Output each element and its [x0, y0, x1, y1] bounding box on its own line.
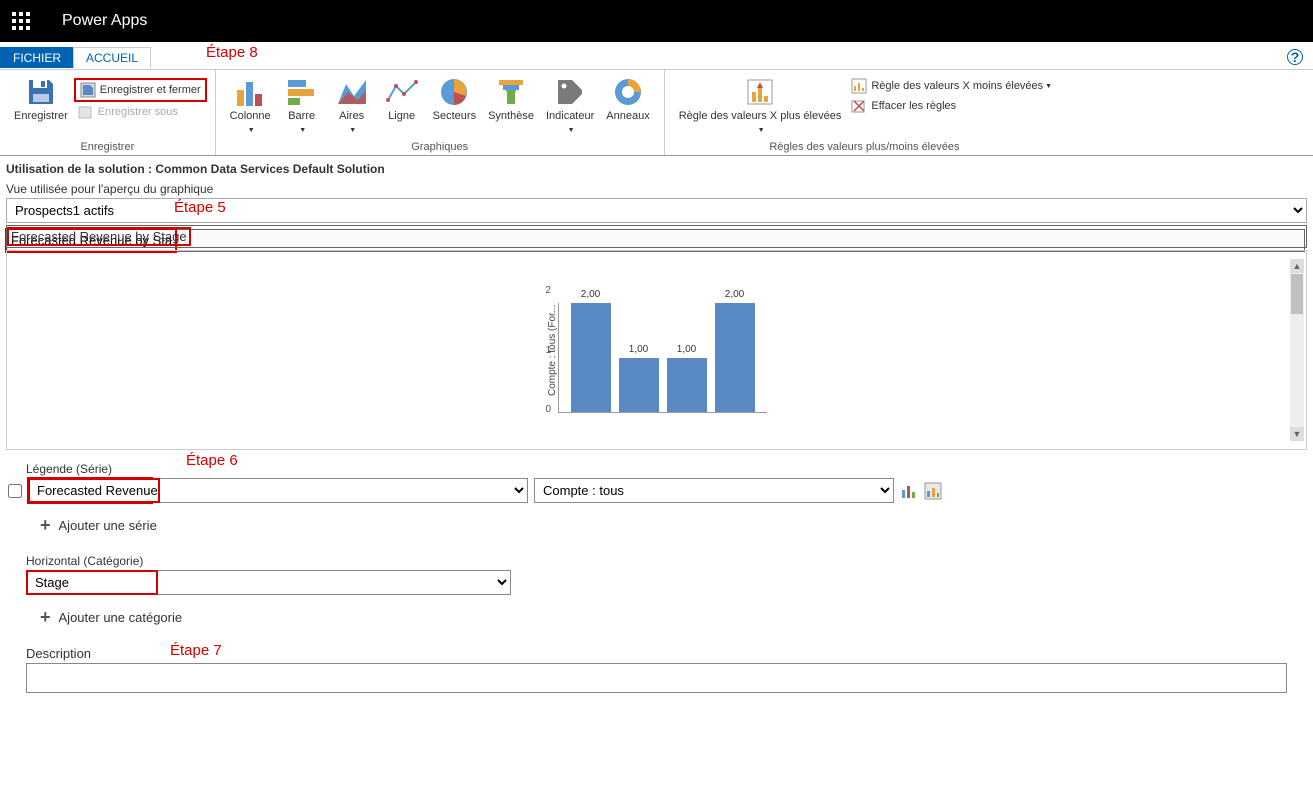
chart-title-text[interactable]: Forecasted Revenue by Stage	[9, 229, 189, 244]
plus-icon: +	[40, 607, 51, 628]
column-chart-button[interactable]: Colonne▼	[224, 74, 277, 138]
help-icon[interactable]: ?	[1287, 49, 1303, 65]
pie-chart-icon	[438, 76, 470, 108]
chart-y-ticks: 2 1 0	[546, 285, 552, 415]
top-bar: Power Apps	[0, 0, 1313, 42]
chart-type-icon[interactable]	[900, 482, 918, 500]
line-chart-button[interactable]: Ligne	[377, 74, 427, 138]
app-title: Power Apps	[42, 12, 147, 30]
save-icon	[25, 76, 57, 108]
app-launcher-icon[interactable]	[0, 0, 42, 42]
clear-rules-icon	[851, 98, 867, 114]
annotation-step6: Étape 6	[186, 452, 238, 469]
scroll-up-icon[interactable]: ▲	[1290, 259, 1304, 273]
save-button[interactable]: Enregistrer	[8, 74, 74, 125]
top-rule-icon	[744, 76, 776, 108]
donut-chart-icon	[612, 76, 644, 108]
horizontal-heading: Horizontal (Catégorie)	[26, 548, 1287, 570]
scroll-down-icon[interactable]: ▼	[1290, 427, 1304, 441]
annotation-step7: Étape 7	[170, 642, 222, 659]
add-series-button[interactable]: + Ajouter une série	[26, 503, 1287, 540]
indicator-chart-button[interactable]: Indicateur▼	[540, 74, 600, 138]
chart-bar: 1,00	[619, 358, 659, 413]
tag-icon	[554, 76, 586, 108]
funnel-chart-icon	[495, 76, 527, 108]
line-chart-icon	[386, 76, 418, 108]
area-chart-icon	[336, 76, 368, 108]
ribbon-group-save: Enregistrer Enregistrer et fermer Enregi…	[0, 70, 216, 155]
pie-chart-button[interactable]: Secteurs	[427, 74, 482, 138]
category-field-select[interactable]: Stage	[26, 570, 511, 595]
chart-bar: 2,00	[571, 303, 611, 412]
donut-chart-button[interactable]: Anneaux	[600, 74, 655, 138]
funnel-chart-button[interactable]: Synthèse	[482, 74, 540, 138]
solution-label: Utilisation de la solution : Common Data…	[6, 160, 1307, 178]
series-field-select-wide[interactable]: Forecasted Revenue	[28, 478, 528, 503]
series-checkbox-visual[interactable]	[8, 484, 22, 498]
description-textarea[interactable]	[26, 663, 1287, 693]
plus-icon: +	[40, 515, 51, 536]
chart-preview: Compte : tous (For... 2 1 0 2,00 1,00 1,…	[6, 250, 1307, 450]
column-chart-icon	[234, 76, 266, 108]
ribbon-group-rules: Règle des valeurs X plus élevées▼ Règle …	[665, 70, 1064, 155]
area-chart-button[interactable]: Aires▼	[327, 74, 377, 138]
tab-file[interactable]: FICHIER	[0, 47, 74, 68]
ribbon-group-charts: Colonne▼ Barre▼ Aires▼ Ligne Secteurs Sy…	[216, 70, 665, 155]
add-category-button[interactable]: + Ajouter une catégorie	[26, 595, 1287, 632]
bottom-x-button[interactable]: Règle des valeurs X moins élevées ▼	[847, 76, 1056, 96]
save-close-icon	[80, 82, 96, 98]
scroll-thumb[interactable]	[1291, 274, 1303, 314]
ribbon: Enregistrer Enregistrer et fermer Enregi…	[0, 70, 1313, 156]
chart-bars: 2,00 1,00 1,00 2,00	[558, 303, 767, 413]
save-close-button[interactable]: Enregistrer et fermer	[74, 78, 207, 102]
chart-scrollbar[interactable]: ▲ ▼	[1290, 259, 1304, 441]
save-as-icon	[78, 104, 94, 120]
chart-bar: 2,00	[715, 303, 755, 412]
annotation-step8: Étape 8	[206, 44, 258, 61]
clear-rules-button[interactable]: Effacer les règles	[847, 96, 1056, 116]
save-as-button[interactable]: Enregistrer sous	[74, 102, 207, 122]
bottom-rule-icon	[851, 78, 867, 94]
view-label: Vue utilisée pour l'aperçu du graphique	[6, 178, 1307, 198]
ribbon-tabs: FICHIER ACCUEIL Étape 8 ?	[0, 46, 1313, 70]
tab-home[interactable]: ACCUEIL	[73, 47, 151, 68]
chart-bar: 1,00	[667, 358, 707, 413]
bar-chart-icon	[286, 76, 318, 108]
top-x-button[interactable]: Règle des valeurs X plus élevées▼	[673, 74, 848, 138]
annotation-step5: Étape 5	[174, 199, 226, 216]
series-aggregate-select[interactable]: Compte : tous	[534, 478, 894, 503]
bar-chart-button[interactable]: Barre▼	[277, 74, 327, 138]
chart-options-icon[interactable]	[924, 482, 942, 500]
